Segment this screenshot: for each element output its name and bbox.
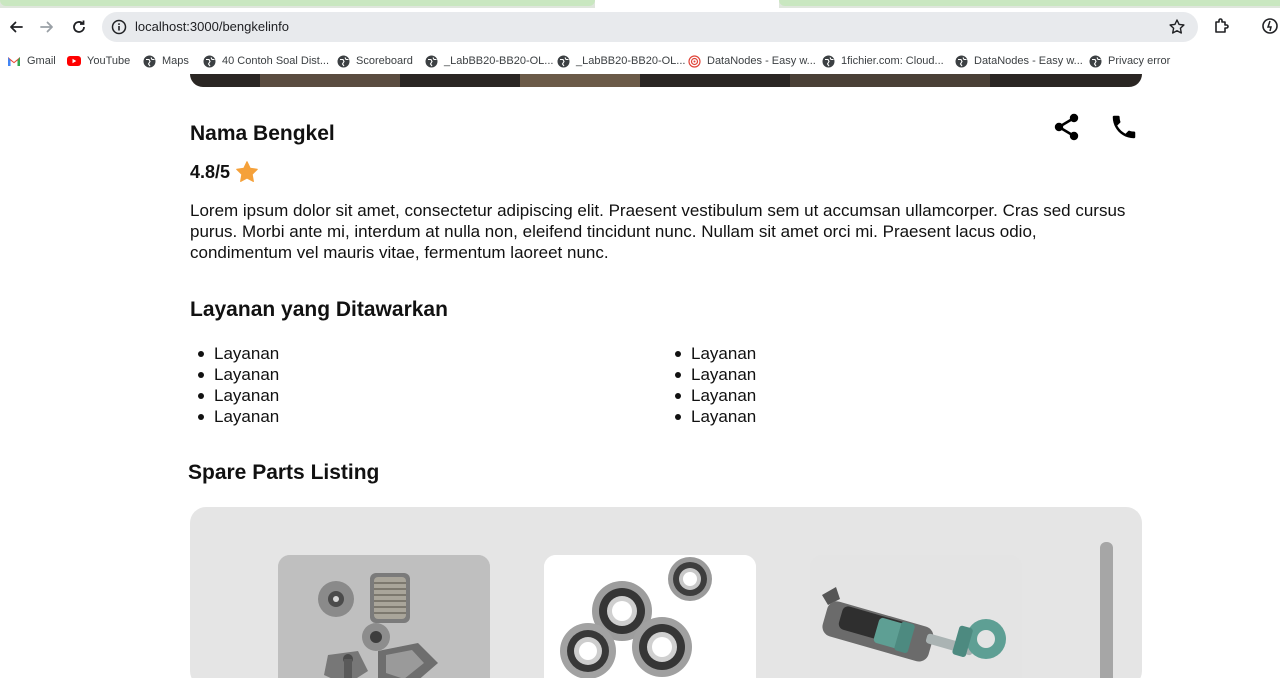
spare-part-card[interactable] xyxy=(810,555,1022,678)
shock-absorber-image xyxy=(810,555,1022,678)
bookmark-item[interactable]: Scoreboard xyxy=(336,53,413,69)
browser-tab-active[interactable] xyxy=(595,0,779,8)
globe-icon xyxy=(556,54,570,68)
puzzle-icon xyxy=(1215,18,1229,33)
browser-tab-strip xyxy=(0,0,1280,8)
shop-name: Nama Bengkel xyxy=(190,122,335,145)
extensions-button[interactable] xyxy=(1212,16,1234,38)
bookmark-gmail[interactable]: Gmail xyxy=(7,53,56,69)
globe-icon xyxy=(954,54,968,68)
bookmark-label: Gmail xyxy=(27,55,56,67)
bookmark-item[interactable]: 40 Contoh Soal Dist... xyxy=(202,53,329,69)
phone-icon xyxy=(1112,115,1136,139)
bookmark-label: _LabBB20-BB20-OL... xyxy=(576,55,686,67)
bookmark-item[interactable]: Privacy error xyxy=(1088,53,1170,69)
star-icon xyxy=(236,161,258,182)
browser-tab[interactable] xyxy=(0,0,595,6)
globe-icon xyxy=(142,54,156,68)
reload-button[interactable] xyxy=(68,16,90,38)
bookmark-item[interactable]: _LabBB20-BB20-OL... xyxy=(424,53,553,69)
globe-icon xyxy=(1088,54,1102,68)
service-item: Layanan xyxy=(667,406,756,427)
performance-icon xyxy=(1262,18,1278,34)
reload-icon xyxy=(73,20,85,33)
bookmark-maps[interactable]: Maps xyxy=(142,53,189,69)
bookmark-label: _LabBB20-BB20-OL... xyxy=(444,55,554,67)
globe-icon xyxy=(424,54,438,68)
service-item: Layanan xyxy=(190,364,279,385)
service-item: Layanan xyxy=(190,343,279,364)
service-item: Layanan xyxy=(667,364,756,385)
forward-button[interactable] xyxy=(36,16,58,38)
gmail-icon xyxy=(7,54,21,68)
site-info-icon[interactable] xyxy=(110,18,128,36)
ball-bearings-image xyxy=(544,555,756,678)
browser-tab[interactable] xyxy=(779,0,1280,6)
address-bar[interactable]: localhost:3000/bengkelinfo xyxy=(102,12,1198,42)
shop-description: Lorem ipsum dolor sit amet, consectetur … xyxy=(190,201,1126,262)
services-list-left: Layanan Layanan Layanan Layanan xyxy=(190,343,279,427)
bookmark-label: Maps xyxy=(162,55,189,67)
services-heading: Layanan yang Ditawarkan xyxy=(190,298,448,321)
service-item: Layanan xyxy=(667,343,756,364)
bookmark-label: Privacy error xyxy=(1108,55,1171,67)
spare-part-card[interactable] xyxy=(544,555,756,678)
back-button[interactable] xyxy=(5,16,27,38)
bookmark-label: DataNodes - Easy w... xyxy=(974,55,1083,67)
bookmark-item[interactable]: DataNodes - Easy w... xyxy=(954,53,1083,69)
bookmark-label: DataNodes - Easy w... xyxy=(707,55,816,67)
bookmark-youtube[interactable]: YouTube xyxy=(67,53,130,69)
service-item: Layanan xyxy=(190,385,279,406)
service-item: Layanan xyxy=(190,406,279,427)
service-item: Layanan xyxy=(667,385,756,406)
address-url[interactable]: localhost:3000/bengkelinfo xyxy=(135,19,289,34)
bookmark-item[interactable]: 1fichier.com: Cloud... xyxy=(821,53,944,69)
services-list-right: Layanan Layanan Layanan Layanan xyxy=(667,343,756,427)
bookmarks-bar: Gmail YouTube Maps 40 Contoh Soal Dist..… xyxy=(0,46,1280,74)
filters-and-brake-pads-image xyxy=(278,555,490,678)
youtube-icon xyxy=(67,54,81,68)
share-icon xyxy=(1054,113,1079,141)
bookmark-item[interactable]: DataNodes - Easy w... xyxy=(687,53,816,69)
rating-value: 4.8/5 xyxy=(190,161,231,182)
profile-button[interactable] xyxy=(1260,16,1280,38)
globe-icon xyxy=(821,54,835,68)
share-button[interactable] xyxy=(1052,112,1082,142)
spare-parts-panel xyxy=(190,507,1142,678)
bookmark-item[interactable]: _LabBB20-BB20-OL... xyxy=(556,53,685,69)
arrow-right-icon xyxy=(40,21,53,33)
bookmark-label: YouTube xyxy=(87,55,131,67)
call-button[interactable] xyxy=(1109,112,1139,142)
hero-image xyxy=(190,74,1142,87)
browser-toolbar: localhost:3000/bengkelinfo xyxy=(0,8,1280,46)
rating: 4.8/5 xyxy=(190,160,259,184)
bookmark-star-icon[interactable] xyxy=(1168,18,1186,36)
globe-icon xyxy=(202,54,216,68)
bookmark-label: Scoreboard xyxy=(356,55,413,67)
bookmark-label: 1fichier.com: Cloud... xyxy=(841,55,944,67)
spare-parts-heading: Spare Parts Listing xyxy=(188,461,380,484)
globe-icon xyxy=(336,54,350,68)
datanodes-icon xyxy=(687,54,701,68)
spare-part-card[interactable] xyxy=(278,555,490,678)
arrow-left-icon xyxy=(10,21,23,33)
bookmark-label: 40 Contoh Soal Dist... xyxy=(222,55,330,67)
scrollbar-thumb[interactable] xyxy=(1100,542,1113,678)
